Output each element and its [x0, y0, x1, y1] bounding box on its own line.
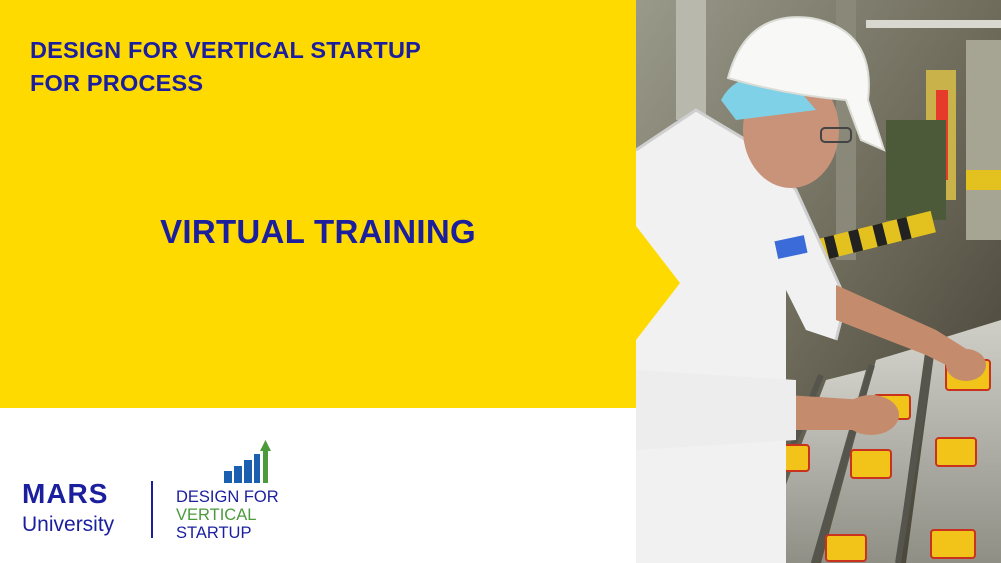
headline-line-1: DESIGN FOR VERTICAL STARTUP: [30, 37, 421, 63]
university-wordmark: University: [22, 513, 115, 536]
dfvs-line-2: VERTICAL: [176, 506, 257, 524]
arrow-pointer: [636, 226, 680, 340]
dfvs-line-3: STARTUP: [176, 524, 252, 542]
dfvs-line-1: DESIGN FOR: [176, 488, 279, 506]
factory-photo-illustration: [636, 0, 1001, 563]
mars-wordmark: MARS: [22, 478, 109, 509]
logo-divider: [151, 481, 153, 538]
mars-university-logo: MARS University: [22, 479, 114, 538]
factory-photo: [636, 0, 1001, 563]
subtitle: VIRTUAL TRAINING: [160, 213, 476, 250]
headline: DESIGN FOR VERTICAL STARTUP FOR PROCESS: [30, 34, 421, 100]
bar-chart-growth-icon: [224, 440, 271, 483]
dfvs-wordmark: DESIGN FOR VERTICAL STARTUP: [176, 488, 296, 542]
headline-line-2: FOR PROCESS: [30, 70, 204, 96]
